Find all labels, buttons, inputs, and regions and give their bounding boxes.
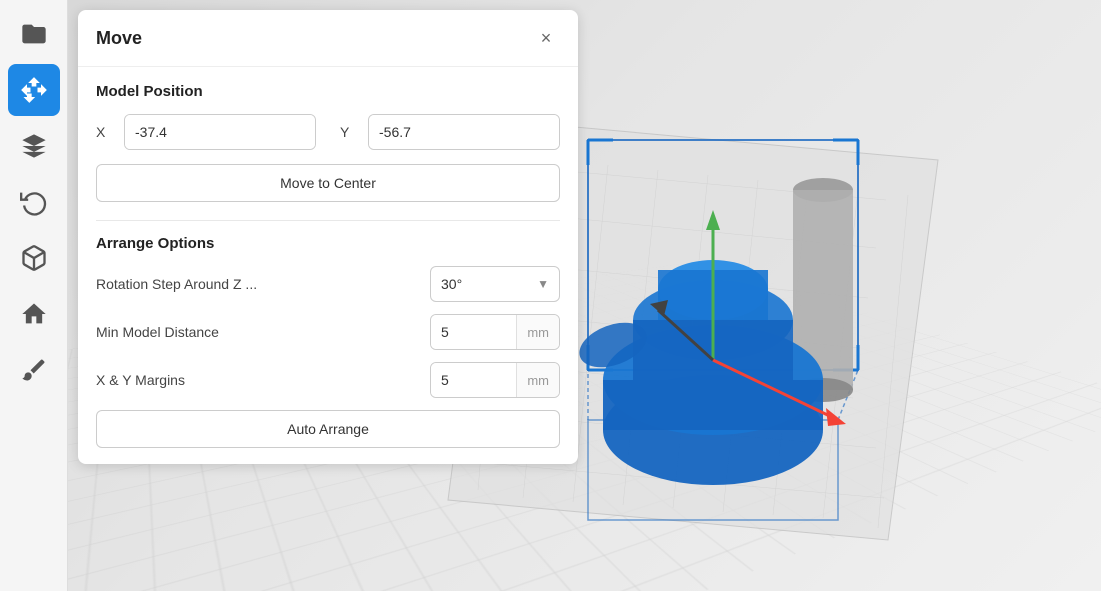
sidebar [0, 0, 68, 591]
main-content: Move × Model Position X mm Y mm Move to … [68, 0, 1101, 591]
x-input-wrap[interactable]: mm [124, 114, 316, 150]
margins-input[interactable] [431, 363, 516, 397]
chevron-down-icon: ▼ [537, 277, 549, 291]
margins-input-wrap[interactable]: mm [430, 362, 560, 398]
paint-icon [20, 356, 48, 384]
min-distance-unit: mm [516, 315, 559, 349]
arrange-options-title: Arrange Options [96, 235, 560, 252]
arrange-options-section: Arrange Options Rotation Step Around Z .… [96, 235, 560, 398]
position-row: X mm Y mm [96, 114, 560, 150]
move-panel: Move × Model Position X mm Y mm Move to … [78, 10, 578, 464]
sidebar-item-move[interactable] [8, 64, 60, 116]
y-input-wrap[interactable]: mm [368, 114, 560, 150]
min-distance-input-wrap[interactable]: mm [430, 314, 560, 350]
margins-label: X & Y Margins [96, 372, 430, 388]
sidebar-item-view[interactable] [8, 232, 60, 284]
rotation-select[interactable]: 30° ▼ [430, 266, 560, 302]
view-icon [20, 244, 48, 272]
sidebar-item-home[interactable] [8, 288, 60, 340]
model-position-title: Model Position [96, 83, 560, 100]
sidebar-item-arrange[interactable] [8, 120, 60, 172]
min-distance-row: Min Model Distance mm [96, 314, 560, 350]
rotation-row: Rotation Step Around Z ... 30° ▼ [96, 266, 560, 302]
move-icon [20, 76, 48, 104]
min-distance-label: Min Model Distance [96, 324, 430, 340]
sidebar-item-rotate[interactable] [8, 176, 60, 228]
panel-close-button[interactable]: × [532, 24, 560, 52]
x-input[interactable] [125, 115, 316, 149]
panel-header: Move × [78, 10, 578, 67]
sidebar-item-folder[interactable] [8, 8, 60, 60]
rotate-icon [20, 188, 48, 216]
min-distance-input[interactable] [431, 315, 516, 349]
auto-arrange-button[interactable]: Auto Arrange [96, 410, 560, 448]
margins-row: X & Y Margins mm [96, 362, 560, 398]
x-label: X [96, 124, 108, 140]
y-input[interactable] [369, 115, 560, 149]
rotation-value: 30° [441, 276, 462, 292]
margins-unit: mm [516, 363, 559, 397]
move-to-center-button[interactable]: Move to Center [96, 164, 560, 202]
y-label: Y [340, 124, 352, 140]
rotation-label: Rotation Step Around Z ... [96, 276, 430, 292]
panel-body: Model Position X mm Y mm Move to Center … [78, 67, 578, 464]
arrange-icon [20, 132, 48, 160]
sidebar-item-paint[interactable] [8, 344, 60, 396]
panel-title: Move [96, 28, 142, 49]
folder-icon [20, 20, 48, 48]
home-icon [20, 300, 48, 328]
section-divider [96, 220, 560, 221]
